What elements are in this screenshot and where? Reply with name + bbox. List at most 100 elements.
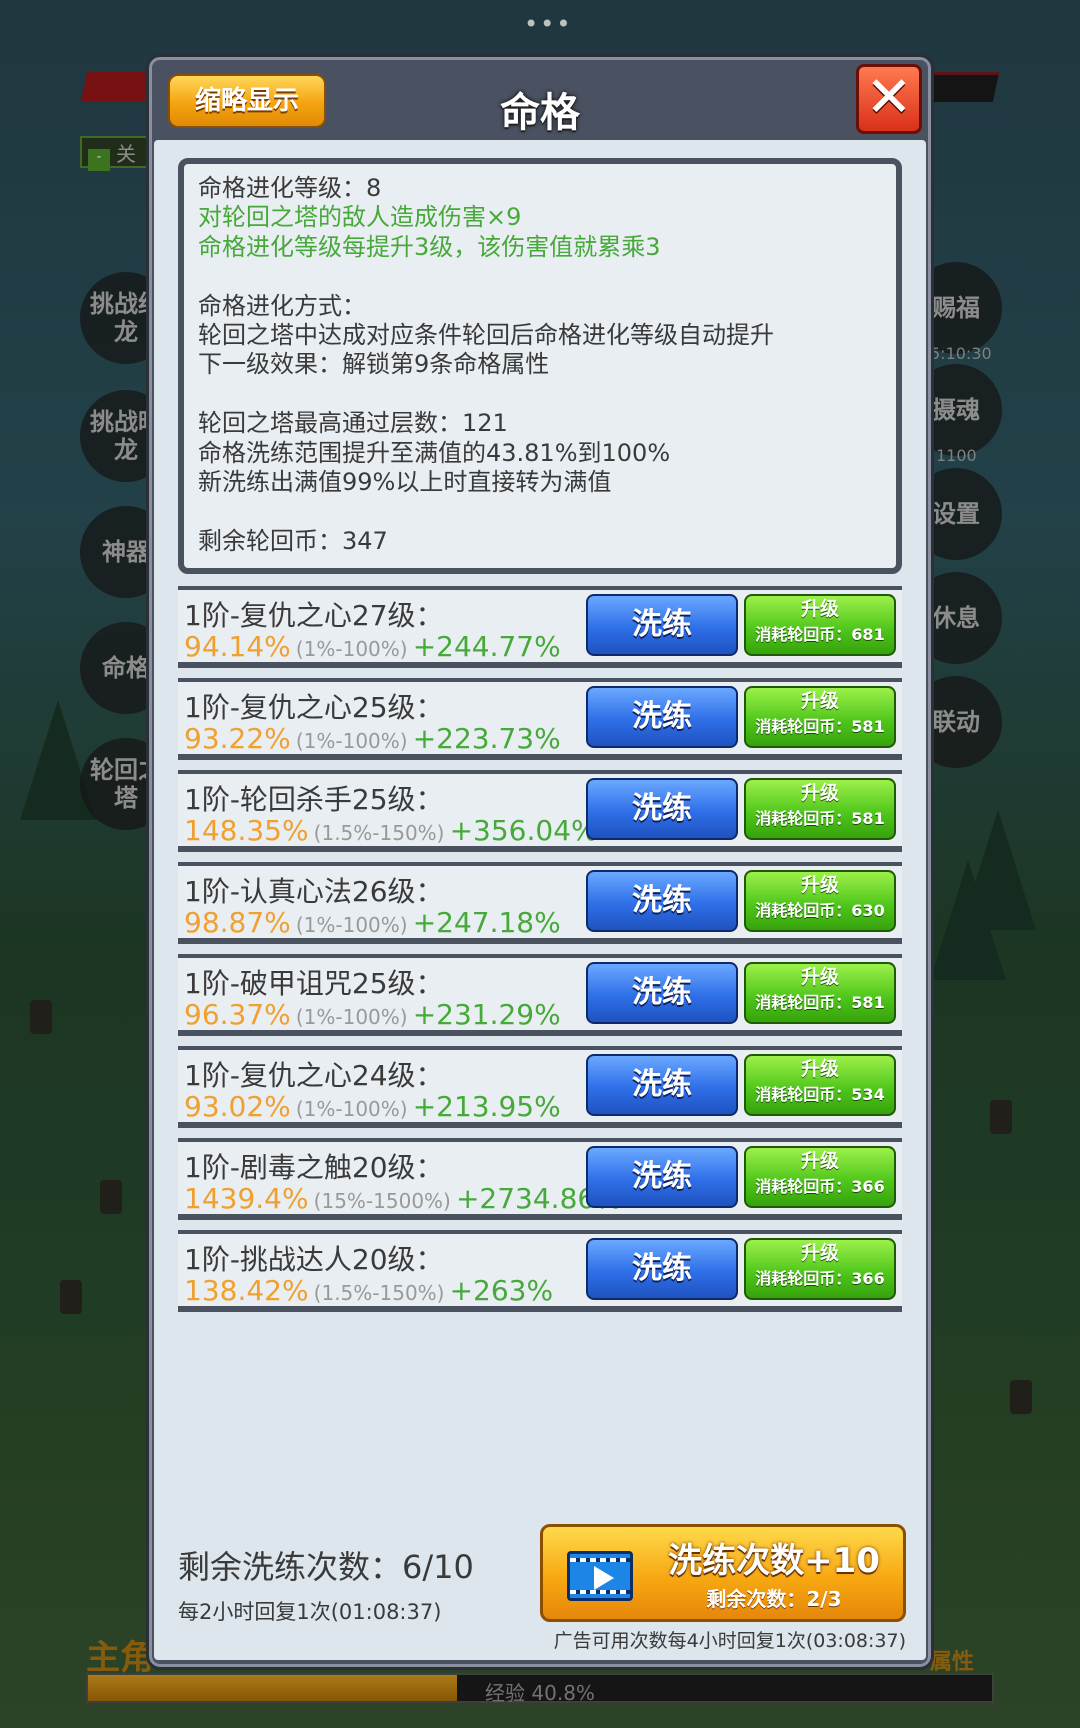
refine-button[interactable]: 洗练 [586,1238,738,1300]
upgrade-cost: 消耗轮回币：681 [755,625,885,644]
attribute-range: (15%-1500%) [313,1189,451,1213]
attribute-range: (1%-100%) [295,913,408,937]
attribute-stats: 93.22% (1%-100%) +223.73% [184,722,561,755]
attribute-range: (1%-100%) [295,637,408,661]
ad-button-label: 洗练次数+10 [668,1541,880,1581]
attribute-value: 93.22% [184,722,291,755]
attribute-range: (1.5%-150%) [313,821,445,845]
close-icon: ✕ [865,65,913,130]
thumbnail-view-button[interactable]: 缩略显示 [168,74,326,128]
attribute-bonus: +356.04% [449,814,598,847]
remaining-refine-count: 剩余洗练次数：6/10 [178,1548,474,1586]
attribute-stats: 98.87% (1%-100%) +247.18% [184,906,561,939]
attribute-stats: 148.35% (1.5%-150%) +356.04% [184,814,598,847]
attribute-name: 1阶-轮回杀手25级： [184,783,444,816]
fate-attribute-row: 1阶-复仇之心25级： 93.22% (1%-100%) +223.73% 洗练 升级… [178,678,902,760]
upgrade-label: 升级 [800,1058,839,1080]
ad-recover-note: 广告可用次数每4小时回复1次(03:08:37) [553,1630,906,1652]
fate-attribute-row: 1阶-挑战达人20级： 138.42% (1.5%-150%) +263% 洗练 升级… [178,1230,902,1312]
refine-button[interactable]: 洗练 [586,870,738,932]
upgrade-button[interactable]: 升级消耗轮回币：534 [744,1054,896,1116]
attribute-value: 94.14% [184,630,291,663]
attribute-name: 1阶-认真心法26级： [184,875,444,908]
upgrade-button[interactable]: 升级消耗轮回币：581 [744,778,896,840]
play-icon [594,1566,614,1590]
upgrade-cost: 消耗轮回币：581 [755,993,885,1012]
upgrade-cost: 消耗轮回币：534 [755,1085,885,1104]
upgrade-label: 升级 [800,782,839,804]
fate-attribute-row: 1阶-破甲诅咒25级： 96.37% (1%-100%) +231.29% 洗练 升级… [178,954,902,1036]
attribute-value: 98.87% [184,906,291,939]
fate-attribute-row: 1阶-复仇之心27级： 94.14% (1%-100%) +244.77% 洗练 升级… [178,586,902,668]
fate-attribute-row: 1阶-轮回杀手25级： 148.35% (1.5%-150%) +356.04% 洗… [178,770,902,852]
attribute-range: (1%-100%) [295,729,408,753]
upgrade-button[interactable]: 升级消耗轮回币：581 [744,962,896,1024]
attribute-name: 1阶-复仇之心25级： [184,691,444,724]
info-line: 命格进化方式： [198,291,366,320]
refine-button[interactable]: 洗练 [586,594,738,656]
upgrade-button[interactable]: 升级消耗轮回币：366 [744,1146,896,1208]
upgrade-label: 升级 [800,690,839,712]
upgrade-cost: 消耗轮回币：366 [755,1269,885,1288]
upgrade-cost: 消耗轮回币：630 [755,901,885,920]
attribute-name: 1阶-挑战达人20级： [184,1243,444,1276]
info-line: 剩余轮回币：347 [198,526,388,555]
attribute-name: 1阶-破甲诅咒25级： [184,967,444,1000]
attribute-range: (1%-100%) [295,1005,408,1029]
info-line: 命格洗练范围提升至满值的43.81%到100% [198,438,671,467]
attribute-bonus: +213.95% [412,1090,561,1123]
info-line: 下一级效果：解锁第9条命格属性 [198,350,550,379]
refine-button[interactable]: 洗练 [586,1146,738,1208]
attribute-bonus: +247.18% [412,906,561,939]
attribute-value: 148.35% [184,814,309,847]
attribute-stats: 138.42% (1.5%-150%) +263% [184,1274,553,1307]
attribute-bonus: +244.77% [412,630,561,663]
info-line: 对轮回之塔的敌人造成伤害×9 [198,203,522,232]
info-line: 命格进化等级每提升3级，该伤害值就累乘3 [198,232,661,261]
upgrade-label: 升级 [800,1242,839,1264]
attribute-stats: 1439.4% (15%-1500%) +2734.86% [184,1182,622,1215]
attribute-value: 93.02% [184,1090,291,1123]
attribute-value: 138.42% [184,1274,309,1307]
info-line: 轮回之塔最高通过层数：121 [198,409,508,438]
upgrade-cost: 消耗轮回币：581 [755,809,885,828]
upgrade-label: 升级 [800,598,839,620]
upgrade-label: 升级 [800,874,839,896]
refine-recover-timer: 每2小时回复1次(01:08:37) [178,1600,442,1624]
attribute-name: 1阶-剧毒之触20级： [184,1151,444,1184]
upgrade-button[interactable]: 升级消耗轮回币：581 [744,686,896,748]
fate-attribute-list: 1阶-复仇之心27级： 94.14% (1%-100%) +244.77% 洗练 升级… [178,586,902,1322]
ad-remaining-label: 剩余次数：2/3 [706,1587,842,1611]
attribute-name: 1阶-复仇之心27级： [184,599,444,632]
refine-button[interactable]: 洗练 [586,1054,738,1116]
refine-button[interactable]: 洗练 [586,778,738,840]
video-icon [567,1551,633,1601]
info-line: 命格进化等级：8 [198,174,382,202]
attribute-value: 1439.4% [184,1182,309,1215]
upgrade-label: 升级 [800,1150,839,1172]
attribute-value: 96.37% [184,998,291,1031]
upgrade-button[interactable]: 升级消耗轮回币：366 [744,1238,896,1300]
upgrade-button[interactable]: 升级消耗轮回币：681 [744,594,896,656]
attribute-name: 1阶-复仇之心24级： [184,1059,444,1092]
upgrade-cost: 消耗轮回币：366 [755,1177,885,1196]
fate-attribute-row: 1阶-复仇之心24级： 93.02% (1%-100%) +213.95% 洗练 升级… [178,1046,902,1128]
upgrade-button[interactable]: 升级消耗轮回币：630 [744,870,896,932]
attribute-range: (1%-100%) [295,1097,408,1121]
upgrade-cost: 消耗轮回币：581 [755,717,885,736]
watch-ad-refine-button[interactable]: 洗练次数+10 剩余次数：2/3 [540,1524,906,1622]
dialog-title: 命格 [500,90,580,136]
attribute-bonus: +231.29% [412,998,561,1031]
attribute-stats: 94.14% (1%-100%) +244.77% [184,630,561,663]
refine-button[interactable]: 洗练 [586,686,738,748]
refine-button[interactable]: 洗练 [586,962,738,1024]
attribute-bonus: +223.73% [412,722,561,755]
close-button[interactable]: ✕ [856,64,922,134]
attribute-bonus: +263% [449,1274,554,1307]
upgrade-label: 升级 [800,966,839,988]
info-line: 轮回之塔中达成对应条件轮回后命格进化等级自动提升 [198,320,774,349]
attribute-range: (1.5%-150%) [313,1281,445,1305]
